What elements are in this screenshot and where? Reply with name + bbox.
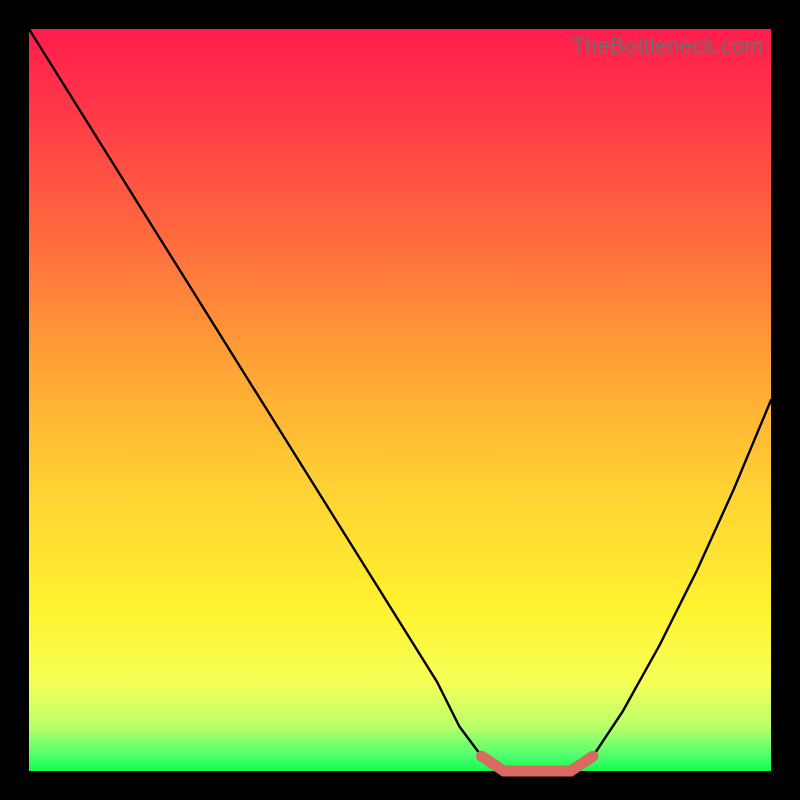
chart-svg: [29, 29, 771, 771]
optimal-range-path: [482, 756, 593, 771]
plot-area: TheBottleneck.com: [29, 29, 771, 771]
bottleneck-curve-path: [29, 29, 771, 771]
chart-frame: TheBottleneck.com: [0, 0, 800, 800]
